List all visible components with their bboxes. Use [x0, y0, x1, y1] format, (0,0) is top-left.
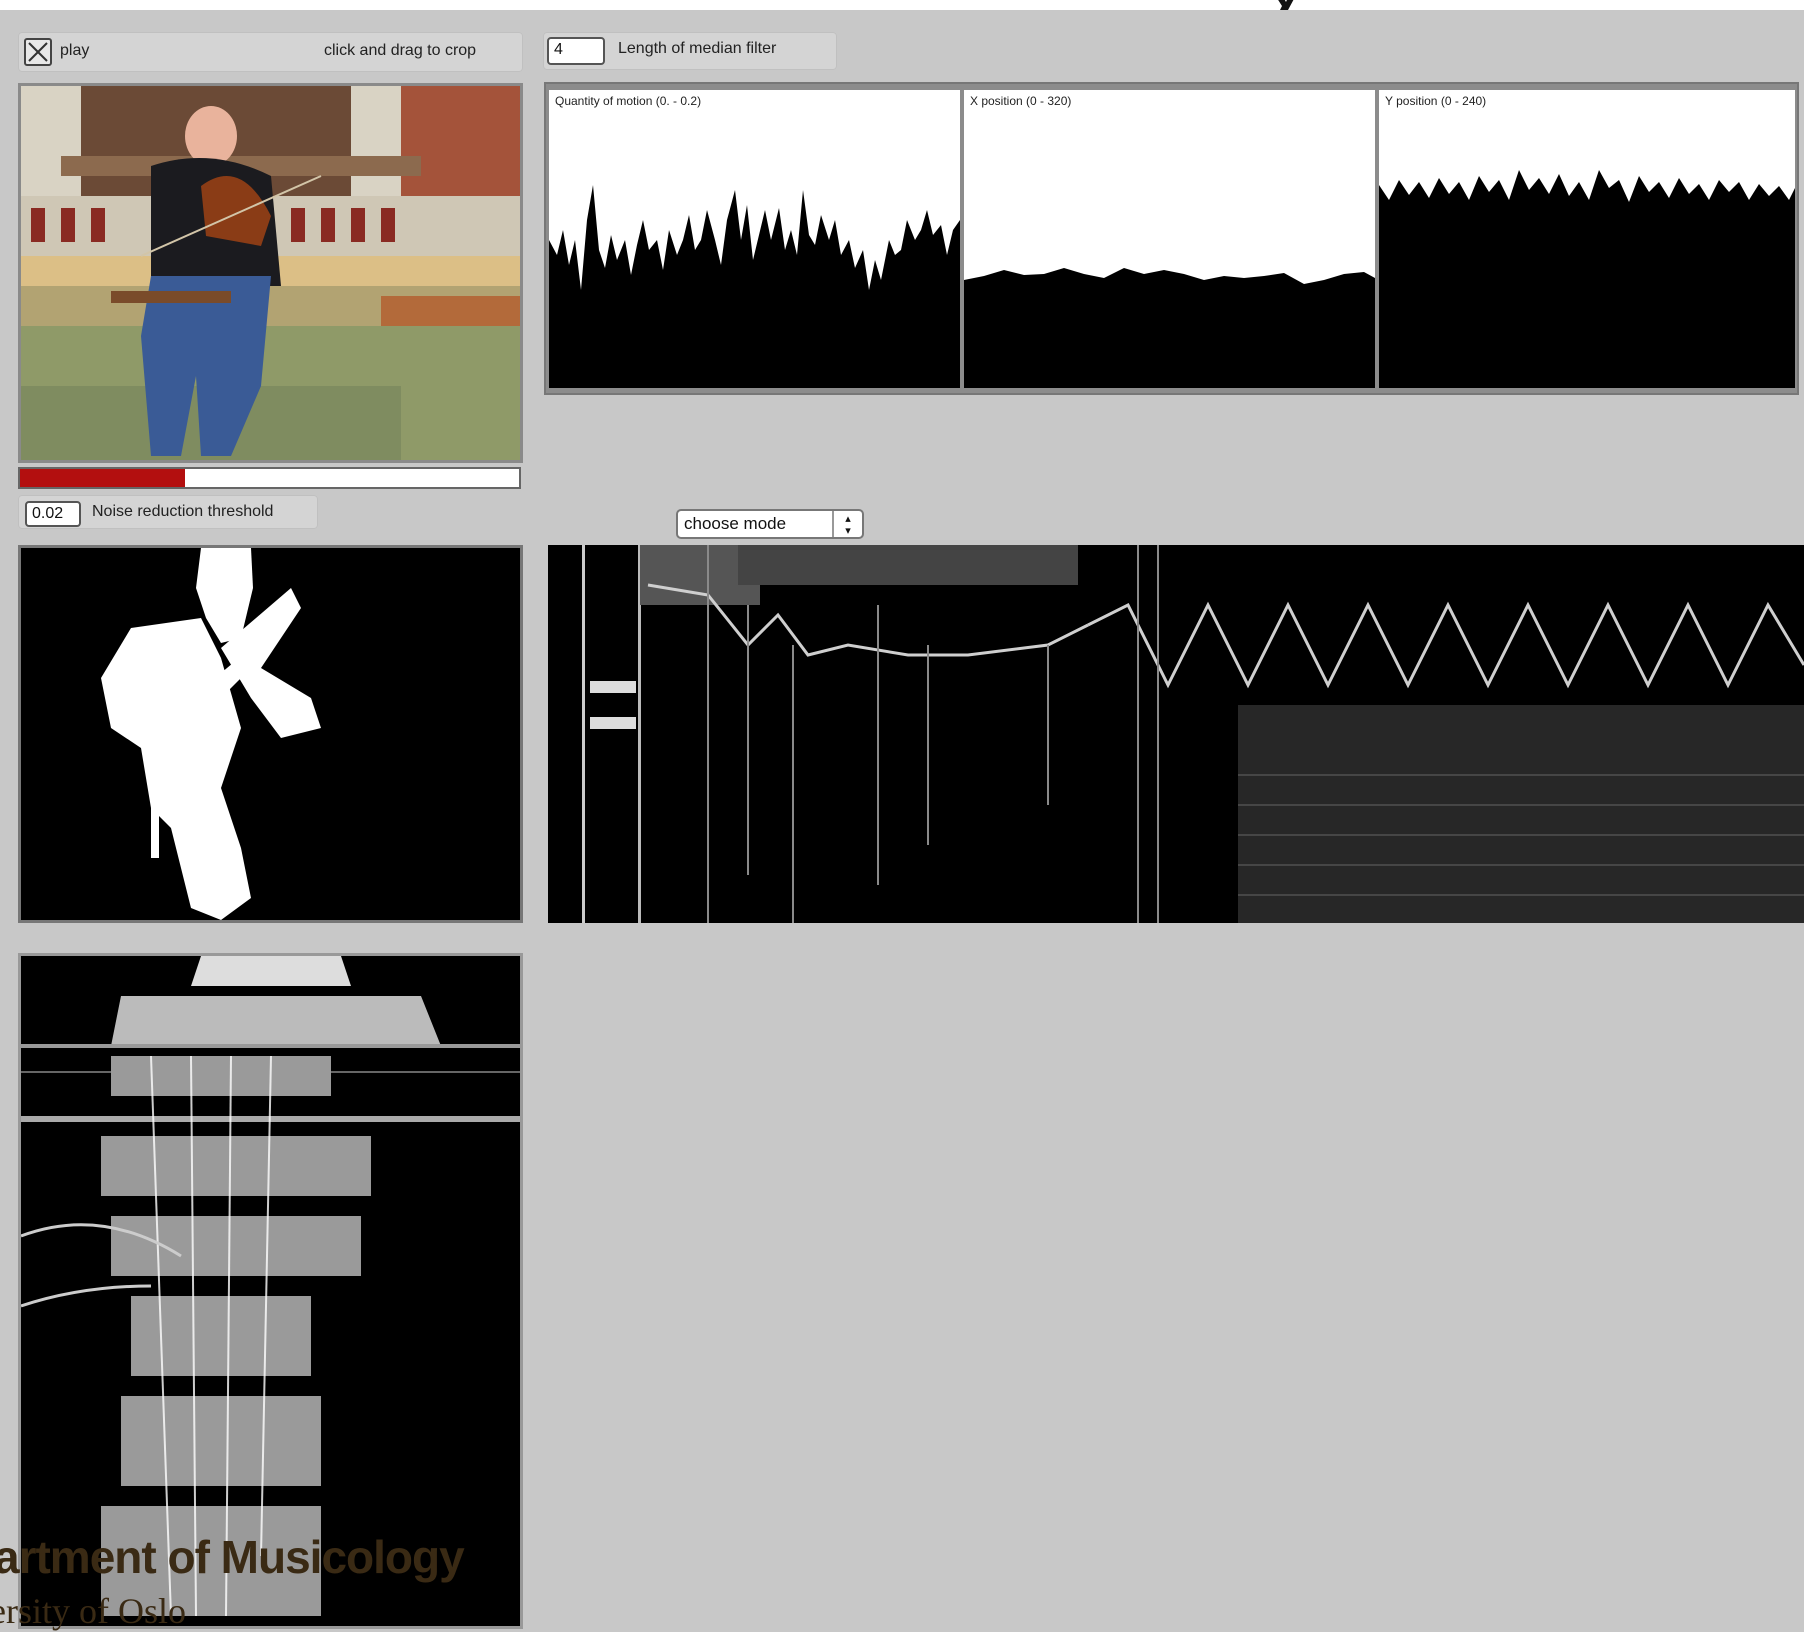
median-filter-label: Length of median filter [618, 40, 777, 57]
noise-threshold-label: Noise reduction threshold [92, 503, 274, 520]
x-position-plot: X position (0 - 320) [964, 90, 1375, 388]
up-down-arrows-icon: ▴ ▾ [832, 511, 862, 537]
crop-hint: click and drag to crop [324, 42, 477, 59]
x-position-title: X position (0 - 320) [970, 94, 1072, 108]
university-subtitle: ersity of Oslo [0, 1591, 186, 1631]
motiongram-horizontal [548, 545, 1804, 923]
playback-progress-fill [20, 469, 185, 487]
department-title: artment of Musicology [0, 1531, 465, 1583]
top-strip [0, 0, 1804, 10]
y-position-plot: Y position (0 - 240) [1379, 90, 1795, 388]
motion-plots-panel: Quantity of motion (0. - 0.2) X position… [544, 82, 1799, 395]
motion-image [18, 545, 523, 923]
quantity-of-motion-title: Quantity of motion (0. - 0.2) [555, 94, 702, 108]
play-checkbox[interactable] [24, 38, 52, 66]
play-label: play [60, 42, 90, 59]
median-filter-input[interactable]: 4 [547, 37, 605, 65]
quantity-of-motion-plot: Quantity of motion (0. - 0.2) [549, 90, 960, 388]
mode-select[interactable]: choose mode ▴ ▾ [676, 509, 864, 539]
y-position-title: Y position (0 - 240) [1385, 94, 1487, 108]
partial-title-glyph [1268, 0, 1308, 10]
motiongram-vertical [18, 953, 523, 1629]
video-preview[interactable] [18, 83, 523, 463]
noise-threshold-input[interactable]: 0.02 [25, 501, 81, 527]
mode-select-value: choose mode [684, 514, 787, 533]
x-mark-icon [28, 42, 48, 62]
playback-progress-bar[interactable] [18, 467, 521, 489]
